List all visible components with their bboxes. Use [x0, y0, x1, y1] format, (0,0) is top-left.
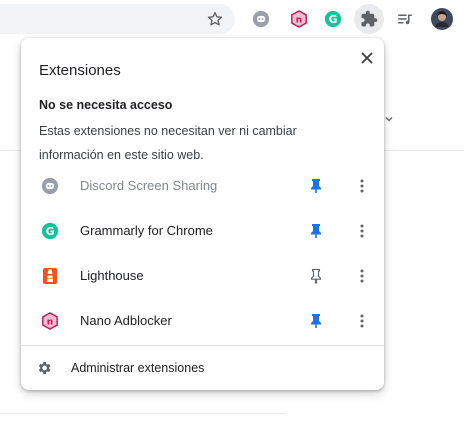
browser-toolbar: n G — [0, 0, 464, 38]
extension-row-nano-adblocker[interactable]: n Nano Adblocker — [21, 298, 384, 343]
puzzle-extensions-icon[interactable] — [359, 9, 379, 29]
svg-text:n: n — [47, 317, 53, 327]
more-options-icon[interactable] — [354, 177, 370, 195]
extension-name: Lighthouse — [80, 268, 144, 283]
extension-row-lighthouse[interactable]: Lighthouse — [21, 253, 384, 298]
pin-icon[interactable] — [308, 312, 324, 330]
extension-name: Discord Screen Sharing — [80, 178, 218, 193]
profile-avatar[interactable] — [431, 8, 453, 30]
close-button[interactable] — [357, 48, 377, 68]
section-heading: No se necesita acceso — [39, 98, 173, 112]
section-description: Estas extensiones no necesitan ver ni ca… — [39, 124, 297, 162]
grammarly-icon: G — [41, 222, 59, 240]
manage-extensions-label: Administrar extensiones — [71, 361, 205, 375]
nano-adblocker-extension-icon[interactable]: n — [289, 9, 309, 29]
svg-text:n: n — [296, 16, 302, 26]
star-icon[interactable] — [205, 9, 225, 29]
media-control-icon[interactable] — [395, 9, 415, 29]
extension-row-discord-screen-sharing[interactable]: Discord Screen Sharing — [21, 163, 384, 208]
discord-icon — [41, 177, 59, 195]
extension-name: Grammarly for Chrome — [80, 223, 213, 238]
extension-row-grammarly-for-chrome[interactable]: G Grammarly for Chrome — [21, 208, 384, 253]
nano-adblocker-icon: n — [41, 311, 59, 330]
pin-outline-icon[interactable] — [308, 267, 324, 285]
svg-text:G: G — [46, 225, 55, 238]
chevron-down-icon[interactable] — [385, 110, 393, 122]
more-options-icon[interactable] — [354, 267, 370, 285]
grammarly-extension-icon[interactable]: G — [323, 9, 343, 29]
address-bar[interactable] — [0, 4, 235, 34]
pin-icon[interactable] — [308, 222, 324, 240]
page-divider — [384, 150, 464, 151]
popup-title: Extensiones — [39, 62, 121, 79]
extension-name: Nano Adblocker — [80, 313, 172, 328]
close-icon — [361, 52, 373, 64]
more-options-icon[interactable] — [354, 222, 370, 240]
gear-icon — [36, 360, 52, 376]
extensions-menu: Extensiones No se necesita acceso Estas … — [21, 38, 384, 390]
pin-icon[interactable] — [308, 177, 324, 195]
svg-text:G: G — [329, 13, 338, 26]
more-options-icon[interactable] — [354, 312, 370, 330]
manage-extensions-button[interactable]: Administrar extensiones — [21, 346, 384, 390]
page-divider — [0, 413, 285, 414]
page-divider — [0, 150, 21, 151]
lighthouse-icon — [41, 267, 59, 285]
discord-extension-icon[interactable] — [251, 9, 271, 29]
